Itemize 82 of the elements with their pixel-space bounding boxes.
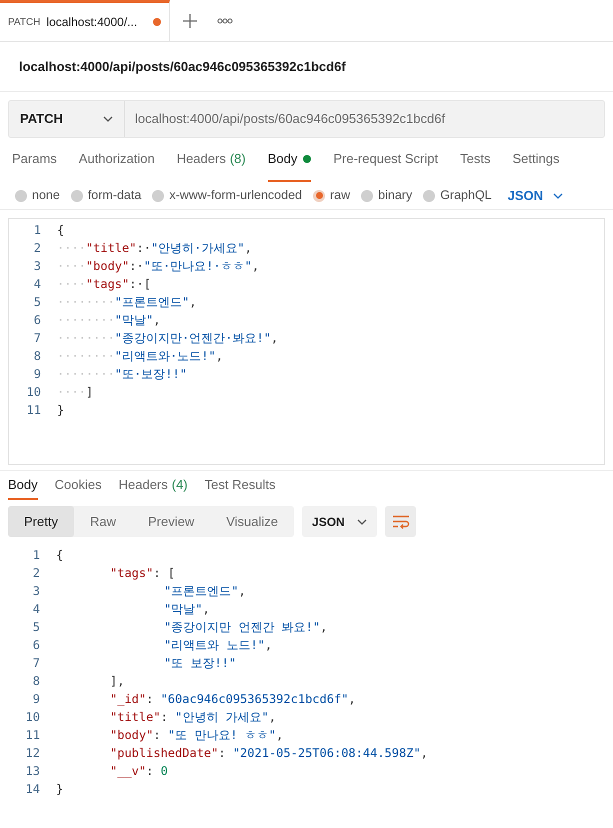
code-line: "__v": 0 (109, 763, 168, 780)
line-number: 10 (24, 709, 40, 726)
chevron-down-icon (553, 192, 564, 198)
view-mode-tab[interactable]: Pretty (8, 506, 74, 537)
code-line: "또 보장!!" (163, 655, 236, 672)
code-line: } (57, 402, 64, 419)
code-line: "_id": "60ac946c095365392c1bcd6f", (109, 691, 356, 708)
line-number: 8 (32, 673, 40, 690)
line-number: 13 (24, 763, 40, 780)
request-title: localhost:4000/api/posts/60ac946c095365392c1bcd6f (19, 58, 346, 76)
response-section-tab[interactable]: Test Results (204, 471, 276, 500)
line-number: 14 (24, 781, 40, 798)
line-number: 9 (32, 366, 41, 383)
line-number: 7 (32, 330, 41, 347)
code-line: ········"또·보장!!" (57, 366, 187, 383)
body-type-radio[interactable]: form-data (70, 186, 142, 205)
code-line: ········"프론트엔드", (57, 294, 196, 311)
code-line: "publishedDate": "2021-05-25T06:08:44.598Z", (109, 745, 428, 762)
code-line: ····"title":·"안녕히·가세요", (57, 240, 252, 257)
code-line: ········"리액트와·노드!", (57, 348, 223, 365)
line-number: 6 (32, 312, 41, 329)
code-line: "프론트엔드", (163, 583, 246, 600)
view-mode-tab[interactable]: Raw (74, 506, 132, 537)
body-type-radio[interactable]: none (15, 186, 60, 205)
line-number: 3 (32, 583, 40, 600)
code-line: ····] (57, 384, 94, 401)
code-line: } (56, 781, 64, 798)
line-number: 1 (32, 547, 40, 564)
line-number: 7 (32, 655, 40, 672)
line-number: 6 (32, 637, 40, 654)
code-line: "tags": [ (109, 565, 176, 582)
line-number: 10 (26, 384, 41, 401)
request-section-tab[interactable]: Pre-request Script (333, 138, 438, 182)
line-number: 4 (32, 276, 41, 293)
body-language-dropdown[interactable]: JSON (508, 186, 564, 206)
body-type-radio[interactable]: GraphQL (423, 186, 492, 205)
line-number: 9 (32, 691, 40, 708)
line-number: 4 (32, 601, 40, 618)
code-line: "title": "안녕히 가세요", (109, 709, 276, 726)
format-dropdown[interactable]: JSON (302, 506, 378, 537)
request-section-tab[interactable]: Params (12, 138, 57, 182)
line-number: 11 (24, 727, 40, 744)
code-line: ····"tags":·[ (57, 276, 151, 293)
code-line: ····"body":·"또·만나요!·ㅎㅎ", (57, 258, 260, 275)
request-section-tab[interactable]: Settings (512, 138, 560, 182)
code-line: ········"막날", (57, 312, 160, 329)
body-type-radio[interactable]: x-www-form-urlencoded (152, 186, 302, 205)
request-section-tab[interactable]: Tests (460, 138, 490, 182)
line-number: 12 (24, 745, 40, 762)
code-line: "막날", (163, 601, 210, 618)
response-section-tab[interactable]: Headers (4) (118, 471, 188, 500)
line-number: 3 (32, 258, 41, 275)
line-number: 8 (32, 348, 41, 365)
wrap-lines-button[interactable] (385, 506, 416, 537)
code-line: "종강이지만 언젠간 봐요!", (163, 619, 328, 636)
view-mode-tab[interactable]: Visualize (210, 506, 294, 537)
chevron-down-icon (357, 518, 368, 524)
line-number: 2 (32, 565, 40, 582)
body-type-radio[interactable]: binary (361, 186, 412, 205)
code-line: { (56, 547, 64, 564)
wrap-lines-icon (392, 514, 410, 528)
response-section-tab[interactable]: Cookies (54, 471, 102, 500)
request-section-tab[interactable]: Authorization (78, 138, 155, 182)
line-number: 2 (32, 240, 41, 257)
code-line: "리액트와 노드!", (163, 637, 272, 654)
request-body-editor[interactable]: 1 { 2 ····"title":·"안녕히·가세요", 3 ····"body":·"또·만나요!·ㅎㅎ", 4 ····"tags":·[ 5 ········"프론트엔드", 6 ········"막날", 7 ········"종강이지만·언젠간·봐요!", 8 ········"리액트와·노드!", 9 ········"또·보장!!" 10 ····] 11 } (8, 218, 605, 465)
line-number: 11 (26, 402, 41, 419)
request-section-tab[interactable]: Headers (8) (176, 138, 246, 182)
code-line: { (57, 222, 64, 239)
line-number: 5 (32, 619, 40, 636)
code-line: ], (109, 673, 124, 690)
line-number: 5 (32, 294, 41, 311)
more-icon (217, 18, 233, 24)
body-type-radio[interactable]: raw (313, 186, 350, 205)
plus-icon (183, 14, 197, 28)
request-section-tab[interactable]: Body (268, 138, 312, 182)
request-tab[interactable]: PATCH localhost:4000/... (0, 0, 170, 41)
code-line: "body": "또 만나요! ㅎㅎ", (109, 727, 284, 744)
view-mode-tab[interactable]: Preview (132, 506, 210, 537)
line-number: 1 (32, 222, 41, 239)
code-line: ········"종강이지만·언젠간·봐요!", (57, 330, 278, 347)
response-section-tab[interactable]: Body (8, 471, 38, 500)
